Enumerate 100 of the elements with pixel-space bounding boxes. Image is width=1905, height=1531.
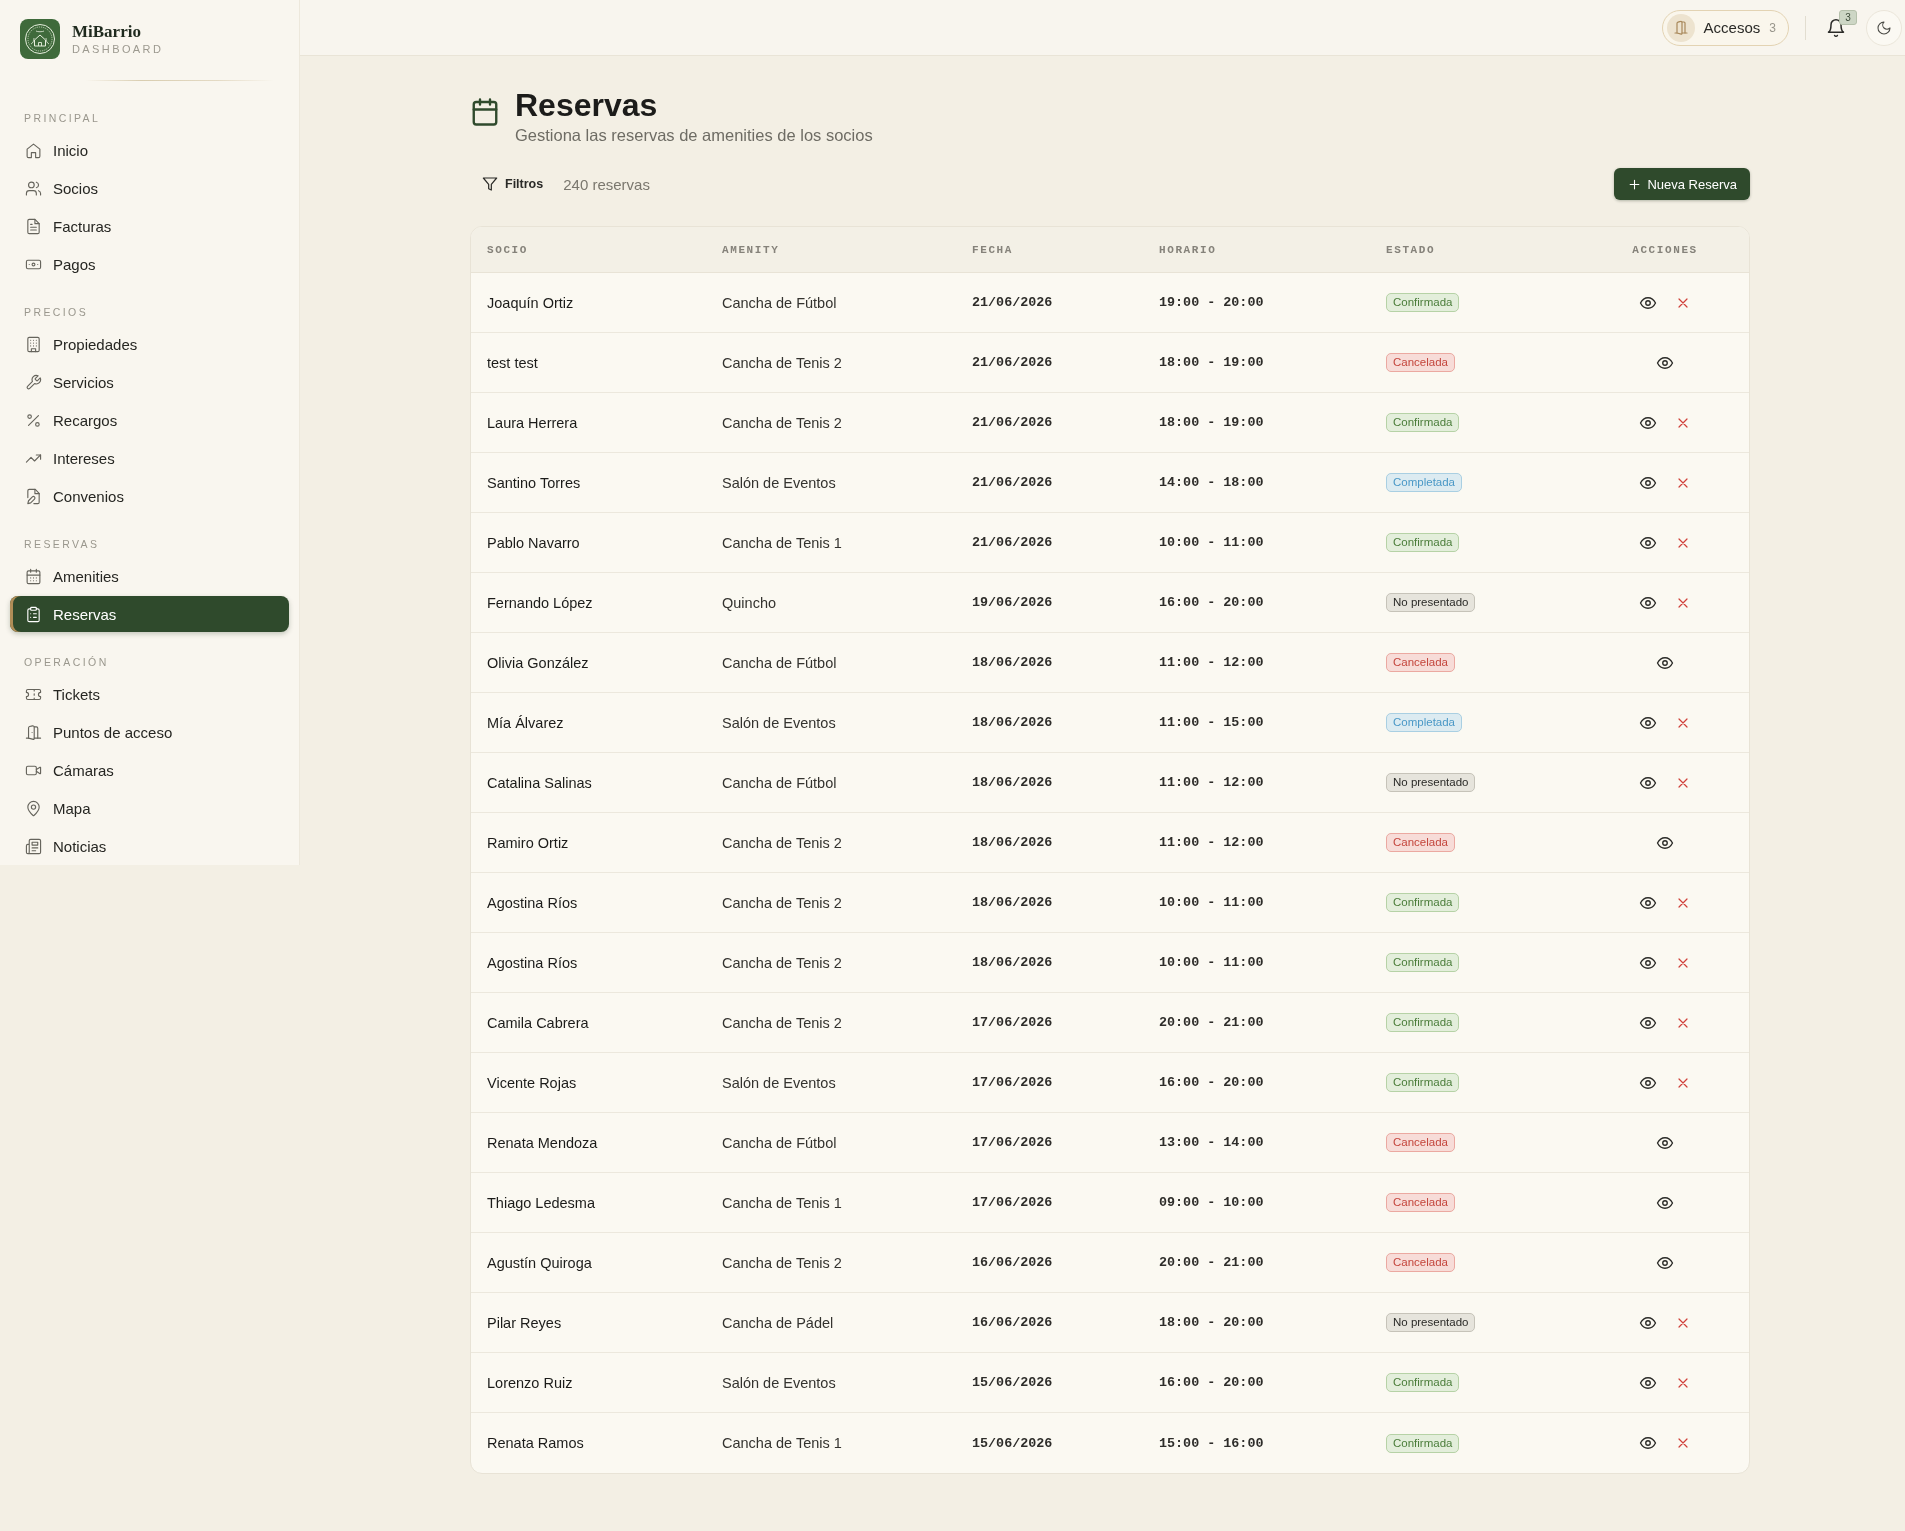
nav-item[interactable]: Puntos de acceso [10, 714, 289, 750]
time-cell: 09:00 - 10:00 [1159, 1195, 1264, 1210]
nav-item[interactable]: Servicios [10, 364, 289, 400]
member-cell: Renata Ramos [487, 1435, 584, 1451]
nav-item[interactable]: Facturas [10, 208, 289, 244]
member-cell: Olivia González [487, 654, 589, 671]
amenity-cell: Cancha de Fútbol [722, 1134, 837, 1151]
time-cell: 11:00 - 12:00 [1159, 835, 1264, 850]
column-header: ESTADO [1386, 243, 1436, 256]
page-subtitle: Gestiona las reservas de amenities de los socios [515, 125, 873, 146]
door-icon [1666, 13, 1695, 42]
logo-icon [20, 19, 60, 59]
newspaper-icon [25, 837, 42, 855]
member-cell: Joaquín Ortiz [487, 294, 574, 311]
date-cell: 21/06/2026 [972, 535, 1053, 550]
amenity-cell: Cancha de Tenis 2 [722, 414, 842, 431]
member-cell: test test [487, 354, 538, 371]
filter-icon [482, 176, 498, 192]
time-cell: 14:00 - 18:00 [1159, 475, 1264, 490]
filter-button[interactable]: Filtros [470, 168, 552, 200]
time-cell: 18:00 - 20:00 [1159, 1315, 1264, 1330]
status-badge: Confirmada [1386, 1433, 1460, 1453]
amenity-cell: Cancha de Fútbol [722, 654, 837, 671]
time-cell: 11:00 - 15:00 [1159, 715, 1264, 730]
nav-item[interactable]: Intereses [10, 440, 289, 476]
member-cell: Vicente Rojas [487, 1074, 577, 1091]
status-badge: Confirmada [1386, 533, 1460, 552]
nav-item[interactable]: Cámaras [10, 752, 289, 788]
date-cell: 15/06/2026 [972, 1435, 1053, 1451]
nav-item[interactable]: Mapa [10, 790, 289, 826]
nav-item[interactable]: Inicio [10, 132, 289, 168]
nav-item[interactable]: Recargos [10, 402, 289, 438]
nav-item[interactable]: Noticias [10, 828, 289, 864]
home-icon [25, 141, 42, 159]
date-cell: 18/06/2026 [972, 955, 1053, 970]
amenity-cell: Cancha de Tenis 2 [722, 354, 842, 371]
status-badge: Confirmada [1386, 1373, 1460, 1392]
eye-icon [1638, 1434, 1657, 1452]
time-cell: 11:00 - 12:00 [1159, 655, 1264, 670]
time-cell: 16:00 - 20:00 [1159, 595, 1264, 610]
amenity-cell: Salón de Eventos [722, 714, 836, 731]
status-badge: Confirmada [1386, 413, 1460, 432]
column-header: AMENITY [722, 243, 780, 256]
date-cell: 16/06/2026 [972, 1255, 1053, 1270]
nav-item[interactable]: Socios [10, 170, 289, 206]
amenity-cell: Cancha de Fútbol [722, 294, 837, 311]
time-cell: 10:00 - 11:00 [1159, 535, 1264, 550]
nav-item[interactable]: Propiedades [10, 326, 289, 362]
amenity-cell: Cancha de Tenis 2 [722, 834, 842, 851]
nav-item[interactable]: Pagos [10, 246, 289, 282]
date-cell: 15/06/2026 [972, 1375, 1053, 1390]
section-label: PRINCIPAL [24, 111, 101, 126]
amenity-cell: Salón de Eventos [722, 474, 836, 491]
member-cell: Santino Torres [487, 474, 581, 491]
amenity-cell: Quincho [722, 594, 776, 611]
theme-toggle-button[interactable] [1866, 9, 1902, 46]
amenity-cell: Salón de Eventos [722, 1374, 836, 1391]
brand-name: MiBarrio [72, 22, 141, 42]
time-cell: 20:00 - 21:00 [1159, 1255, 1264, 1270]
percent-icon [25, 411, 42, 429]
date-cell: 21/06/2026 [972, 415, 1053, 430]
status-badge: Confirmada [1386, 293, 1460, 312]
member-cell: Renata Mendoza [487, 1134, 598, 1151]
status-badge: No presentado [1386, 1313, 1476, 1332]
member-cell: Catalina Salinas [487, 774, 592, 791]
nav-item[interactable]: Convenios [10, 478, 289, 514]
status-badge: No presentado [1386, 773, 1476, 792]
access-button[interactable]: Accesos 3 [1661, 9, 1789, 46]
date-cell: 17/06/2026 [972, 1195, 1053, 1210]
status-badge: Cancelada [1386, 1253, 1455, 1272]
status-badge: Completada [1386, 713, 1462, 732]
member-cell: Fernando López [487, 594, 593, 611]
member-cell: Ramiro Ortiz [487, 834, 569, 851]
plus-icon [1628, 177, 1642, 191]
door-icon [25, 723, 42, 741]
status-badge: Confirmada [1386, 1073, 1460, 1092]
wrench-icon [25, 373, 42, 391]
amenity-cell: Cancha de Tenis 1 [722, 1194, 842, 1211]
status-badge: Cancelada [1386, 353, 1455, 372]
nav-item[interactable]: Tickets [10, 676, 289, 712]
time-cell: 16:00 - 20:00 [1159, 1075, 1264, 1090]
date-cell: 18/06/2026 [972, 895, 1053, 910]
nav-item[interactable]: Reservas [10, 596, 289, 632]
column-header: ACCIONES [1632, 243, 1698, 256]
bell-icon [1826, 17, 1846, 38]
page-title: Reservas [515, 86, 658, 124]
building-icon [25, 335, 42, 353]
map-pin-icon [25, 799, 42, 817]
calendar-icon [470, 97, 500, 127]
date-cell: 17/06/2026 [972, 1015, 1053, 1030]
section-label: PRECIOS [24, 305, 89, 320]
time-cell: 15:00 - 16:00 [1159, 1435, 1264, 1451]
member-cell: Pablo Navarro [487, 534, 580, 551]
section-label: OPERACIÓN [24, 655, 109, 670]
nav-item[interactable]: Amenities [10, 558, 289, 594]
date-cell: 18/06/2026 [972, 835, 1053, 850]
document-pen-icon [25, 487, 42, 505]
new-reservation-button[interactable]: Nueva Reserva [1614, 168, 1750, 200]
member-cell: Camila Cabrera [487, 1014, 589, 1031]
status-badge: No presentado [1386, 593, 1476, 612]
